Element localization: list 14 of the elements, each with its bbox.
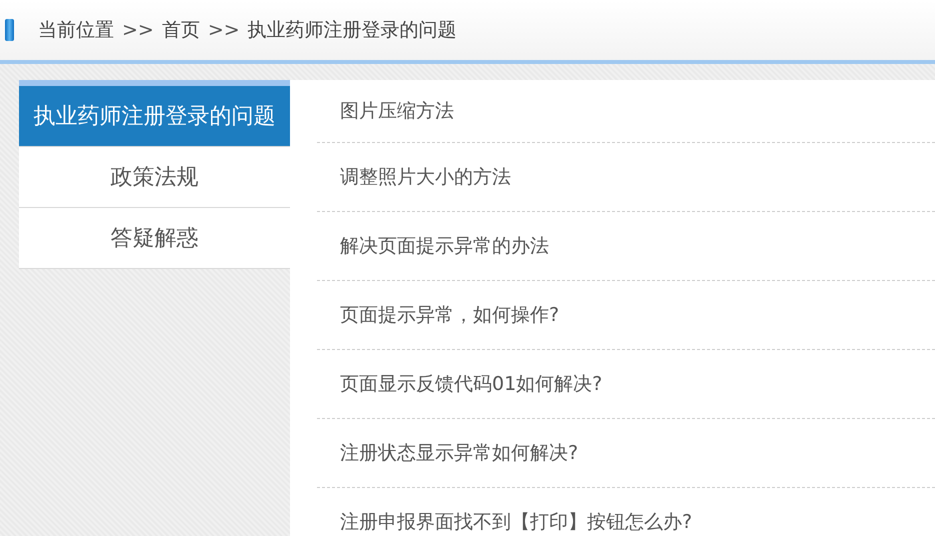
breadcrumb-separator: >> [122,19,154,41]
article-link[interactable]: 解决页面提示异常的办法 [340,233,549,259]
article-link[interactable]: 调整照片大小的方法 [340,164,511,190]
breadcrumb-label: 当前位置 [38,18,114,43]
article-link[interactable]: 页面显示反馈代码01如何解决? [340,371,602,397]
article-link[interactable]: 图片压缩方法 [340,98,454,124]
location-marker-icon [5,19,14,41]
article-link[interactable]: 页面提示异常，如何操作? [340,302,560,328]
article-link[interactable]: 注册申报界面找不到【打印】按钮怎么办? [340,509,692,535]
sidebar-item[interactable]: 执业药师注册登录的问题 [19,86,290,147]
article-link[interactable]: 注册状态显示异常如何解决? [340,440,578,466]
breadcrumb-link[interactable]: 执业药师注册登录的问题 [248,17,457,43]
breadcrumb-link[interactable]: 首页 [162,17,200,43]
breadcrumb-separator: >> [208,19,240,41]
